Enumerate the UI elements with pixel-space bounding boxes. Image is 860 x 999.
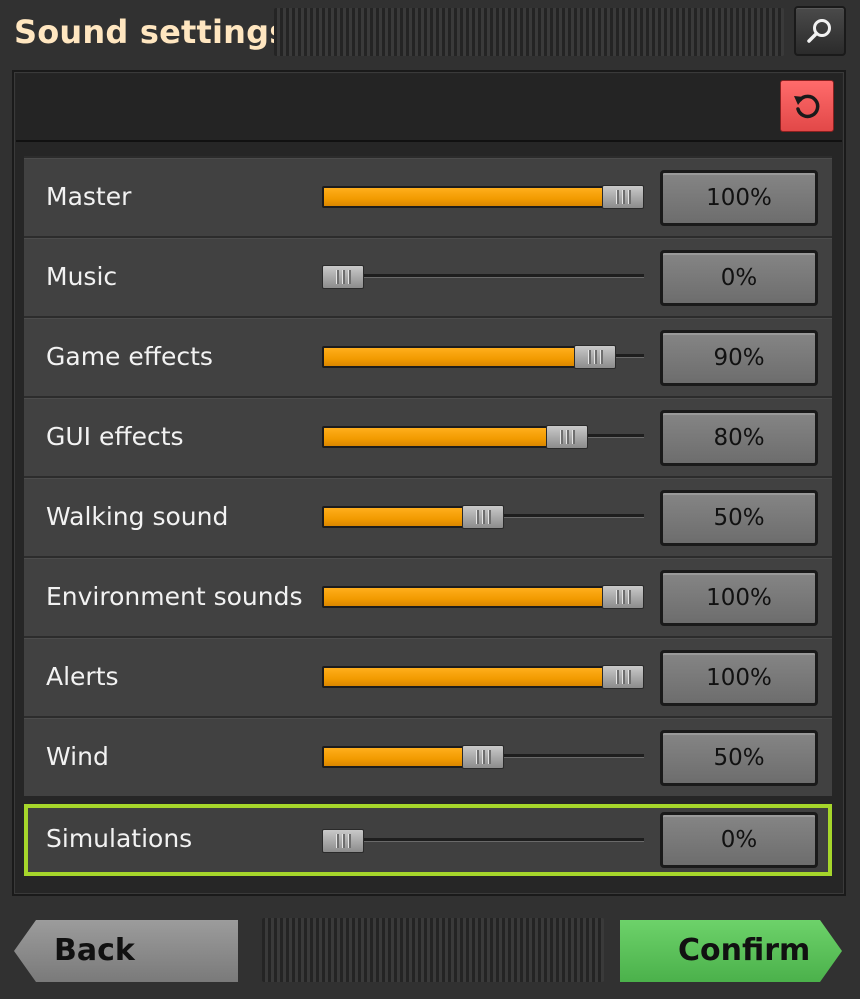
thumb-grip	[627, 590, 631, 604]
thumb-grip	[487, 750, 491, 764]
thumb-grip	[615, 190, 619, 204]
slider-fill	[322, 346, 580, 368]
setting-row: Master 100%	[24, 156, 832, 236]
slider-rail	[322, 838, 644, 842]
slider-fill	[322, 666, 608, 688]
slider-rail	[322, 274, 644, 278]
slider-thumb[interactable]	[322, 265, 364, 289]
thumb-grip	[599, 350, 603, 364]
slider-thumb[interactable]	[574, 345, 616, 369]
thumb-grip	[347, 834, 351, 848]
value-field[interactable]: 0%	[660, 812, 818, 868]
slider-thumb[interactable]	[462, 745, 504, 769]
thumb-grip	[615, 590, 619, 604]
value-field[interactable]: 0%	[660, 250, 818, 306]
setting-label: Game effects	[46, 342, 213, 371]
setting-row: Wind 50%	[24, 716, 832, 796]
value-field[interactable]: 90%	[660, 330, 818, 386]
value-field[interactable]: 80%	[660, 410, 818, 466]
thumb-grip	[487, 510, 491, 524]
value-field[interactable]: 50%	[660, 490, 818, 546]
volume-slider[interactable]	[322, 345, 644, 369]
reset-button[interactable]	[780, 80, 834, 132]
volume-slider[interactable]	[322, 265, 644, 289]
setting-label: Wind	[46, 742, 109, 771]
thumb-grip	[341, 270, 345, 284]
back-button[interactable]: Back	[14, 920, 238, 982]
value-field[interactable]: 50%	[660, 730, 818, 786]
thumb-grip	[335, 270, 339, 284]
thumb-grip	[621, 670, 625, 684]
thumb-grip	[627, 190, 631, 204]
thumb-grip	[481, 510, 485, 524]
reset-arrow-icon	[794, 94, 820, 119]
setting-label: Environment sounds	[46, 582, 303, 611]
settings-list: Master 100% Music 0% Game effects 90% GUI effe…	[24, 156, 832, 876]
thumb-grip	[559, 430, 563, 444]
slider-thumb[interactable]	[602, 665, 644, 689]
setting-label: Simulations	[46, 824, 193, 853]
setting-row: Alerts 100%	[24, 636, 832, 716]
volume-slider[interactable]	[322, 185, 644, 209]
slider-thumb[interactable]	[602, 185, 644, 209]
setting-row: Walking sound 50%	[24, 476, 832, 556]
setting-label: Music	[46, 262, 118, 291]
thumb-grip	[587, 350, 591, 364]
value-field[interactable]: 100%	[660, 570, 818, 626]
setting-row: Music 0%	[24, 236, 832, 316]
thumb-grip	[565, 430, 569, 444]
sound-settings-window: Sound settings Master 100% Music 0% Game eff…	[0, 0, 860, 999]
setting-row: Simulations 0%	[24, 804, 832, 876]
volume-slider[interactable]	[322, 829, 644, 853]
setting-label: Master	[46, 182, 132, 211]
volume-slider[interactable]	[322, 745, 644, 769]
setting-label: Alerts	[46, 662, 119, 691]
thumb-grip	[593, 350, 597, 364]
slider-fill	[322, 586, 608, 608]
setting-row: GUI effects 80%	[24, 396, 832, 476]
slider-thumb[interactable]	[462, 505, 504, 529]
value-field[interactable]: 100%	[660, 170, 818, 226]
thumb-grip	[621, 590, 625, 604]
thumb-grip	[341, 834, 345, 848]
magnifier-icon	[807, 19, 831, 43]
thumb-grip	[475, 510, 479, 524]
thumb-grip	[621, 190, 625, 204]
footer-drag-handle[interactable]	[262, 918, 604, 982]
setting-label: Walking sound	[46, 502, 229, 531]
value-field[interactable]: 100%	[660, 650, 818, 706]
slider-thumb[interactable]	[546, 425, 588, 449]
thumb-grip	[335, 834, 339, 848]
title-drag-handle[interactable]	[274, 8, 784, 56]
thumb-grip	[475, 750, 479, 764]
setting-row: Environment sounds 100%	[24, 556, 832, 636]
volume-slider[interactable]	[322, 425, 644, 449]
confirm-button[interactable]: Confirm	[620, 920, 842, 982]
slider-fill	[322, 186, 608, 208]
slider-fill	[322, 426, 552, 448]
volume-slider[interactable]	[322, 665, 644, 689]
thumb-grip	[615, 670, 619, 684]
thumb-grip	[347, 270, 351, 284]
search-button[interactable]	[794, 6, 846, 56]
thumb-grip	[627, 670, 631, 684]
thumb-grip	[571, 430, 575, 444]
setting-label: GUI effects	[46, 422, 184, 451]
volume-slider[interactable]	[322, 505, 644, 529]
thumb-grip	[481, 750, 485, 764]
slider-fill	[322, 746, 468, 768]
slider-fill	[322, 506, 468, 528]
setting-row: Game effects 90%	[24, 316, 832, 396]
window-title: Sound settings	[14, 13, 289, 51]
slider-thumb[interactable]	[602, 585, 644, 609]
slider-thumb[interactable]	[322, 829, 364, 853]
panel-toolbar	[16, 74, 842, 142]
volume-slider[interactable]	[322, 585, 644, 609]
